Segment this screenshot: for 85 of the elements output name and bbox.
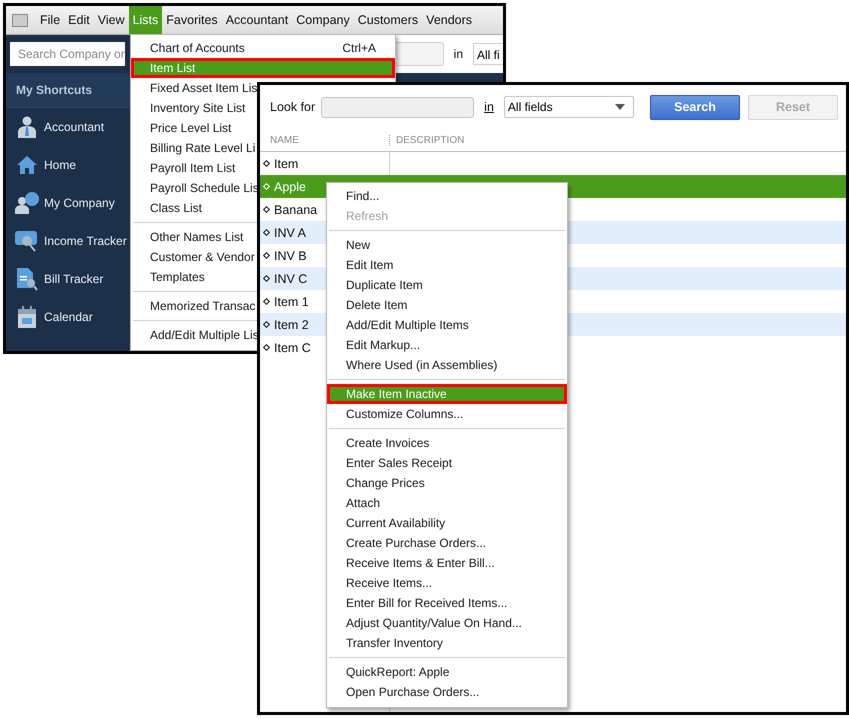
menu-item[interactable]: Class List bbox=[131, 198, 202, 218]
menu-bar-item[interactable]: Company bbox=[292, 6, 354, 34]
calendar-icon bbox=[18, 306, 36, 328]
list-row-name[interactable]: INV C bbox=[260, 267, 314, 290]
list-row-name[interactable]: Item C bbox=[260, 336, 317, 359]
menu-bar-item[interactable]: Vendors bbox=[422, 6, 476, 34]
item-name: Item bbox=[274, 156, 298, 170]
item-name: INV C bbox=[274, 272, 308, 286]
menu-item[interactable]: Enter Bill for Received Items... bbox=[327, 593, 508, 613]
menu-bar-item[interactable]: Accountant bbox=[222, 6, 292, 34]
menu-item[interactable]: Payroll Item List bbox=[131, 158, 236, 178]
search-field[interactable]: Search Company or bbox=[10, 42, 125, 66]
column-header[interactable]: DESCRIPTION bbox=[390, 134, 464, 146]
house-icon bbox=[16, 155, 38, 175]
menu-bar-item[interactable]: View bbox=[94, 6, 129, 34]
menu-item[interactable]: Find... bbox=[327, 186, 380, 206]
sidebar-heading: My Shortcuts bbox=[6, 73, 132, 108]
menu-item[interactable]: Create Purchase Orders... bbox=[327, 533, 486, 553]
list-row-name[interactable]: Item bbox=[260, 152, 304, 175]
menu-item[interactable]: Inventory Site List bbox=[131, 98, 246, 118]
sidebar-item[interactable]: Calendar bbox=[6, 298, 132, 336]
sidebar-item[interactable]: Income Tracker bbox=[6, 222, 132, 260]
menu-item[interactable]: Other Names List bbox=[131, 227, 244, 247]
menu-bar-item[interactable]: Customers bbox=[354, 6, 422, 34]
list-row-name[interactable]: Item 2 bbox=[260, 313, 315, 336]
menu-bar-item[interactable]: Edit bbox=[64, 6, 94, 34]
sidebar-item[interactable]: Home bbox=[6, 146, 132, 184]
field-dropdown[interactable]: All fi bbox=[473, 43, 503, 65]
sidebar-item[interactable]: Accountant bbox=[6, 108, 132, 146]
list-row-name[interactable]: INV A bbox=[260, 221, 312, 244]
menu-item[interactable]: Add/Edit Multiple Items bbox=[327, 315, 469, 335]
menu-item[interactable]: Transfer Inventory bbox=[327, 633, 443, 653]
menu-item[interactable]: Templates bbox=[131, 267, 205, 287]
look-for-label: Look for bbox=[270, 100, 316, 114]
menu-item[interactable]: Adjust Quantity/Value On Hand... bbox=[327, 613, 522, 633]
menu-item[interactable]: Create Invoices bbox=[327, 433, 430, 453]
item-name: Item 1 bbox=[274, 294, 309, 308]
menu-item[interactable]: Billing Rate Level Li bbox=[131, 138, 256, 158]
in-label: in bbox=[484, 100, 494, 114]
caret-icon[interactable] bbox=[615, 104, 625, 110]
menu-item[interactable]: Customize Columns... bbox=[327, 404, 464, 424]
search-button[interactable]: Search bbox=[650, 94, 740, 120]
window-icon[interactable] bbox=[12, 14, 28, 26]
menu-item[interactable]: Receive Items & Enter Bill... bbox=[327, 553, 495, 573]
menu-item-label: Chart of Accounts bbox=[150, 40, 245, 57]
item-name: INV A bbox=[274, 226, 306, 240]
person-badge-icon bbox=[15, 192, 39, 214]
chat-magnifier-icon bbox=[15, 230, 39, 252]
shortcut-text: Ctrl+A bbox=[342, 40, 376, 57]
look-for-field[interactable] bbox=[321, 96, 474, 118]
document-magnifier-icon bbox=[16, 267, 38, 291]
fields-dropdown[interactable]: All fields bbox=[504, 96, 634, 118]
menu-item[interactable]: Memorized Transac bbox=[131, 296, 256, 316]
menu-item[interactable]: New bbox=[327, 235, 370, 255]
item-name: Item C bbox=[274, 340, 311, 354]
menu-item[interactable]: Attach bbox=[327, 493, 380, 513]
menu-item[interactable]: Change Prices bbox=[327, 473, 425, 493]
item-name: Apple bbox=[274, 180, 306, 194]
menu-item[interactable]: Open Purchase Orders... bbox=[327, 682, 480, 702]
person-icon bbox=[17, 116, 37, 138]
menu-bar-item[interactable]: File bbox=[36, 6, 64, 34]
column-header[interactable]: NAME bbox=[260, 134, 390, 146]
menu-item[interactable]: Duplicate Item bbox=[327, 275, 423, 295]
sidebar-item[interactable]: Bill Tracker bbox=[6, 260, 132, 298]
in-label: in bbox=[454, 47, 463, 61]
menu-item[interactable]: Fixed Asset Item Lis bbox=[131, 78, 258, 98]
list-row-name[interactable]: Banana bbox=[260, 198, 324, 221]
menu-item[interactable]: Enter Sales Receipt bbox=[327, 453, 452, 473]
menu-item[interactable]: Where Used (in Assemblies) bbox=[327, 355, 498, 375]
menu-bar-item[interactable]: Favorites bbox=[162, 6, 222, 34]
menu-item[interactable]: Delete Item bbox=[327, 295, 408, 315]
item-name: Banana bbox=[274, 202, 318, 216]
sidebar-item[interactable]: My Company bbox=[6, 184, 132, 222]
menu-item[interactable]: Customer & Vendor bbox=[131, 247, 255, 267]
list-row-name[interactable]: INV B bbox=[260, 244, 313, 267]
menu-item[interactable]: Price Level List bbox=[131, 118, 232, 138]
list-row-name[interactable]: Item 1 bbox=[260, 290, 315, 313]
menu-item[interactable]: Edit Markup... bbox=[327, 335, 420, 355]
item-name: Item 2 bbox=[274, 318, 309, 332]
menu-item[interactable]: Current Availability bbox=[327, 513, 446, 533]
menu-item[interactable]: QuickReport: Apple bbox=[327, 662, 450, 682]
menu-item[interactable]: Receive Items... bbox=[327, 573, 432, 593]
item-name: INV B bbox=[274, 248, 307, 262]
menu-item[interactable]: Edit Item bbox=[327, 255, 394, 275]
menu-item-row[interactable]: Chart of Accounts Ctrl+A bbox=[131, 38, 395, 58]
